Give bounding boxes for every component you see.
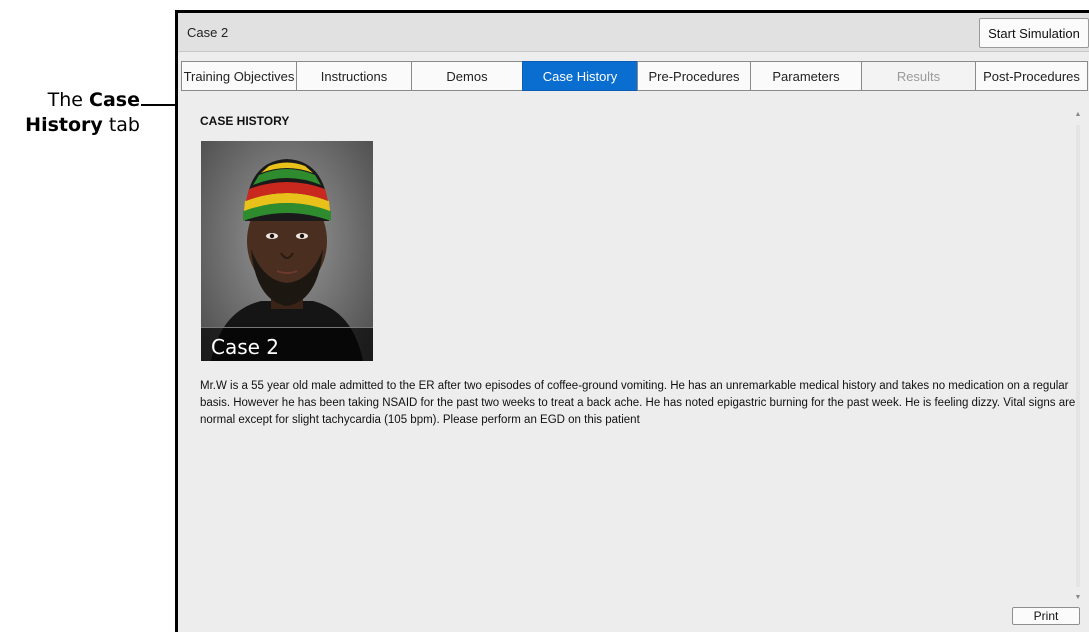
scroll-up-icon[interactable]: ▲	[1073, 111, 1083, 118]
tab-parameters[interactable]: Parameters	[750, 61, 862, 91]
vertical-scrollbar[interactable]: ▲ ▼	[1073, 111, 1083, 601]
case-history-text: Mr.W is a 55 year old male admitted to t…	[200, 380, 1076, 426]
scroll-down-icon[interactable]: ▼	[1073, 594, 1083, 601]
patient-photo: Case 2	[201, 141, 373, 361]
scroll-track[interactable]	[1076, 125, 1080, 587]
title-bar: Case 2 Start Simulation	[178, 13, 1089, 52]
callout-prefix: The	[47, 89, 90, 111]
tab-case-history[interactable]: Case History	[522, 61, 638, 91]
app-window: Case 2 Start Simulation Training Objecti…	[175, 10, 1089, 632]
tab-demos[interactable]: Demos	[411, 61, 523, 91]
print-button[interactable]: Print	[1012, 607, 1080, 625]
callout-bold-history: History	[25, 114, 103, 136]
case-history-callout: The Case History tab	[0, 88, 140, 138]
case-title: Case 2	[187, 25, 229, 40]
callout-bold-case: Case	[89, 89, 140, 111]
case-history-panel: CASE HISTORY Case 2 Mr.W is a 55 year ol…	[178, 91, 1089, 632]
tab-results[interactable]: Results	[861, 61, 976, 91]
tab-pre-procedures[interactable]: Pre-Procedures	[637, 61, 751, 91]
callout-suffix: tab	[102, 114, 140, 136]
tab-training-objectives[interactable]: Training Objectives	[181, 61, 297, 91]
tab-instructions[interactable]: Instructions	[296, 61, 412, 91]
tab-bar: Training Objectives Instructions Demos C…	[181, 61, 1089, 91]
photo-caption: Case 2	[211, 335, 280, 359]
tab-post-procedures[interactable]: Post-Procedures	[975, 61, 1088, 91]
start-simulation-button[interactable]: Start Simulation	[979, 18, 1089, 48]
section-title: CASE HISTORY	[200, 114, 290, 128]
